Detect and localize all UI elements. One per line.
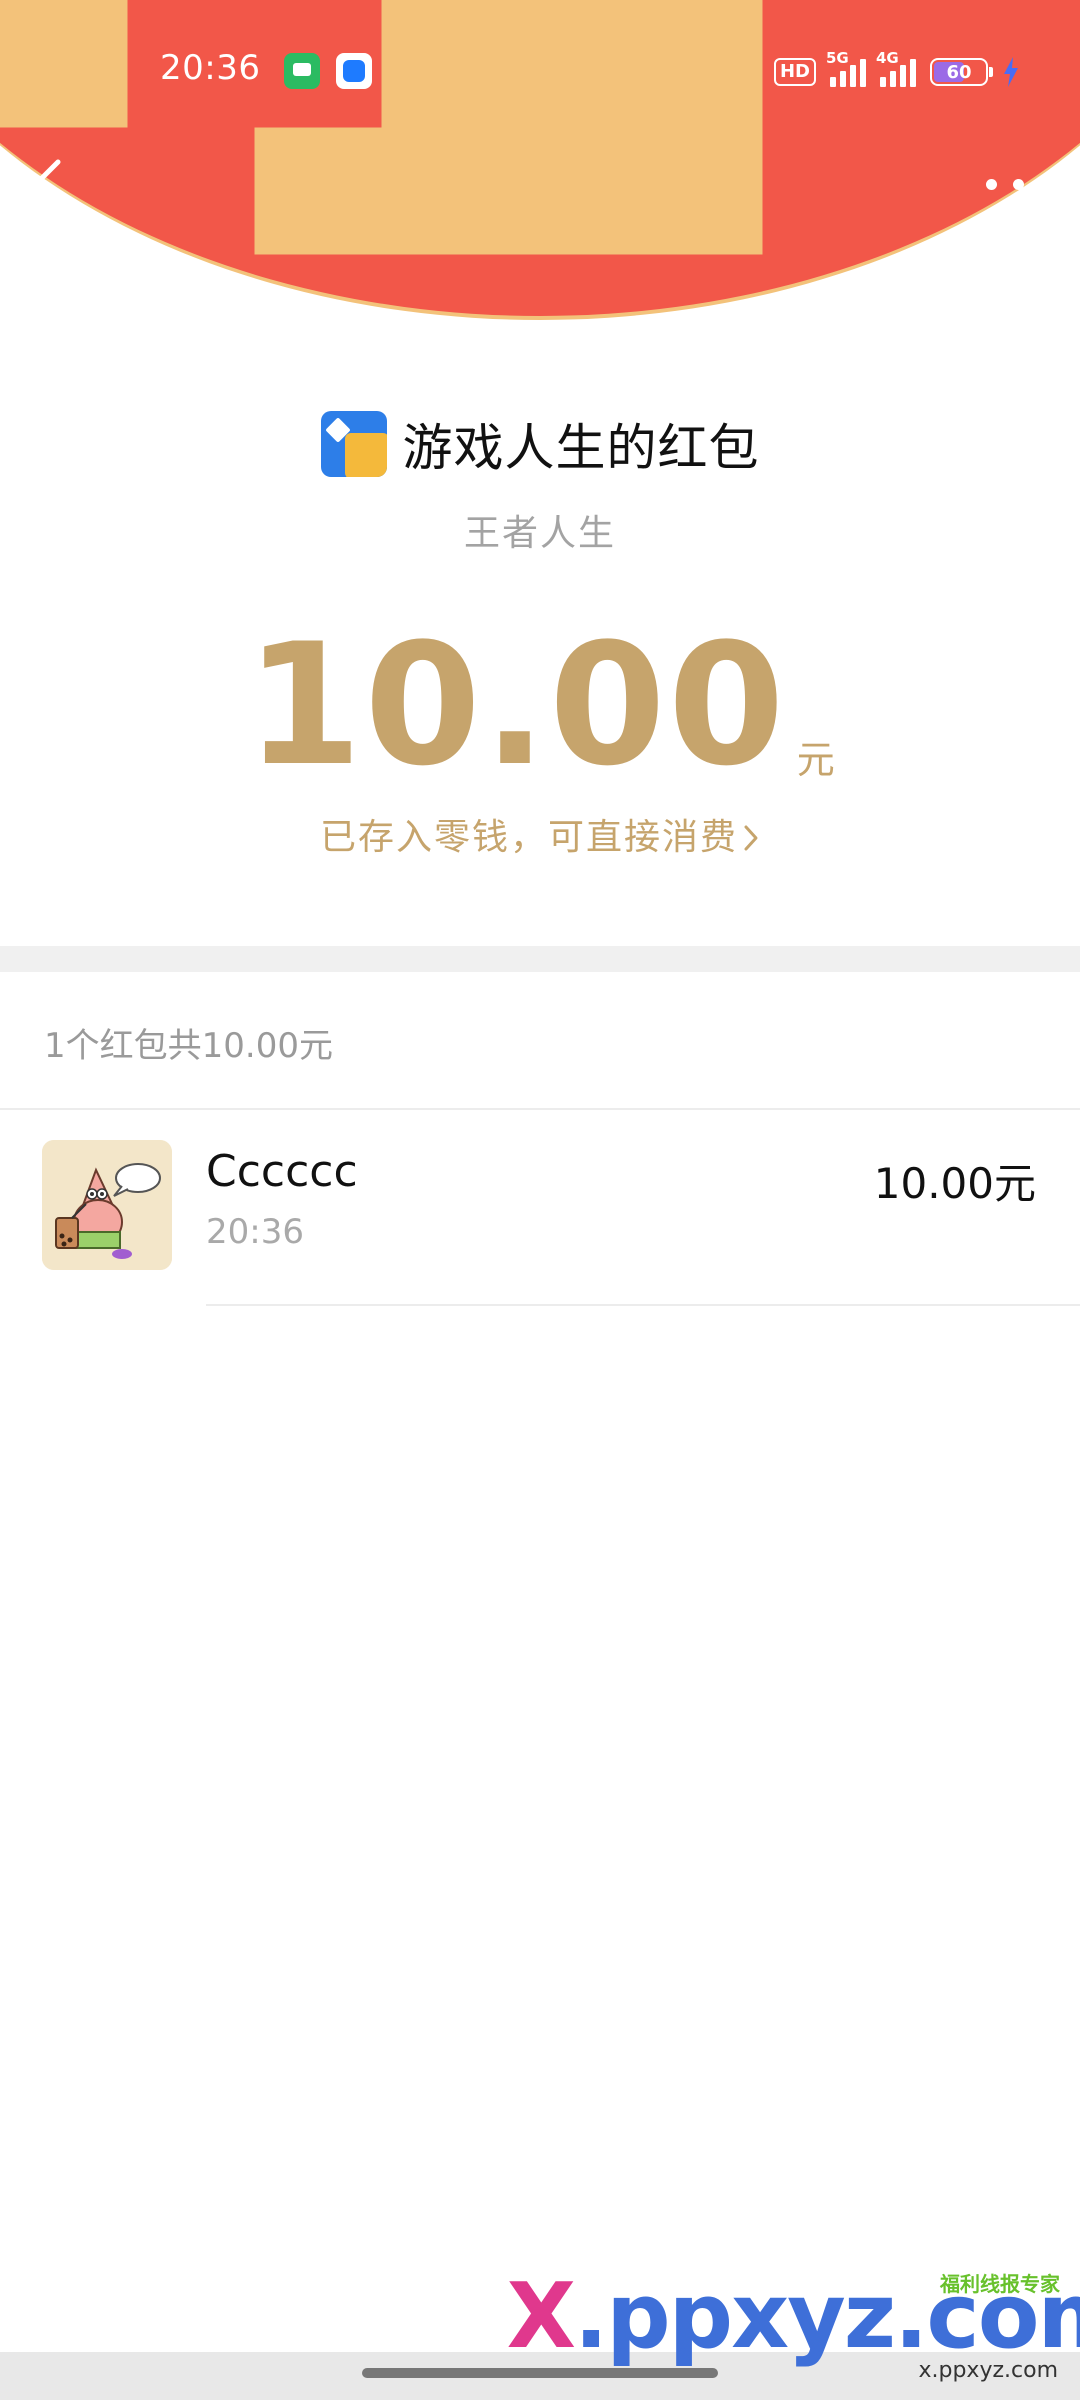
- record-amount: 10.00元: [873, 1159, 1036, 1208]
- sender-title: 游戏人生的红包: [402, 419, 760, 477]
- amount-unit: 元: [796, 738, 835, 782]
- divider: [206, 1304, 1080, 1306]
- amount-value: 10.00: [245, 607, 787, 803]
- wallet-link[interactable]: 已存入零钱，可直接消费: [0, 808, 1080, 860]
- watermark-x: X: [506, 2264, 576, 2369]
- more-dot-icon: [986, 178, 997, 190]
- signal-4g-icon: 4G: [876, 49, 916, 87]
- messages-app-icon: [284, 53, 320, 89]
- watermark-url: x.ppxyz.com: [918, 2358, 1058, 2383]
- avatar: [42, 1140, 172, 1270]
- cartoon-avatar-icon: [42, 1140, 172, 1270]
- status-bar: 20:36 HD 5G 4G 60: [0, 0, 1080, 140]
- sender-subtitle: 王者人生: [463, 513, 616, 554]
- hd-badge: HD: [773, 58, 816, 86]
- sender-avatar: [320, 411, 387, 477]
- signal-4g-label: 4G: [876, 49, 899, 67]
- more-dot-icon: [1039, 178, 1050, 190]
- wallet-link-text: 已存入零钱，可直接消费: [319, 817, 738, 858]
- battery-level: 60: [946, 61, 972, 83]
- red-packet-detail-screen: 20:36 HD 5G 4G 60 游戏人生的红包 王者人生 10.00 元 已…: [0, 0, 1080, 2400]
- record-time: 20:36: [206, 1212, 304, 1252]
- back-chevron-icon[interactable]: [26, 156, 70, 212]
- packet-summary: 1个红包共10.00元: [44, 1026, 333, 1066]
- charging-bolt-icon: [1004, 57, 1018, 87]
- battery-icon: 60: [930, 58, 993, 86]
- chevron-right-icon: [744, 825, 758, 851]
- amount-display: 10.00 元: [0, 610, 1080, 800]
- sender-header: 游戏人生的红包: [0, 404, 1080, 484]
- watermark-tag: 福利线报专家: [940, 2272, 1060, 2296]
- signal-5g-icon: 5G: [826, 49, 866, 87]
- more-dot-icon: [1012, 178, 1024, 190]
- record-name: Cccccc: [206, 1146, 358, 1197]
- signal-5g-label: 5G: [826, 49, 849, 67]
- status-indicators: HD 5G 4G 60: [773, 49, 1020, 92]
- more-options-button[interactable]: [986, 166, 1050, 202]
- status-time: 20:36: [160, 48, 261, 88]
- list-item[interactable]: Cccccc 20:36 10.00元: [0, 1110, 1080, 1306]
- notification-app-icon: [336, 53, 372, 89]
- section-divider: [0, 946, 1080, 972]
